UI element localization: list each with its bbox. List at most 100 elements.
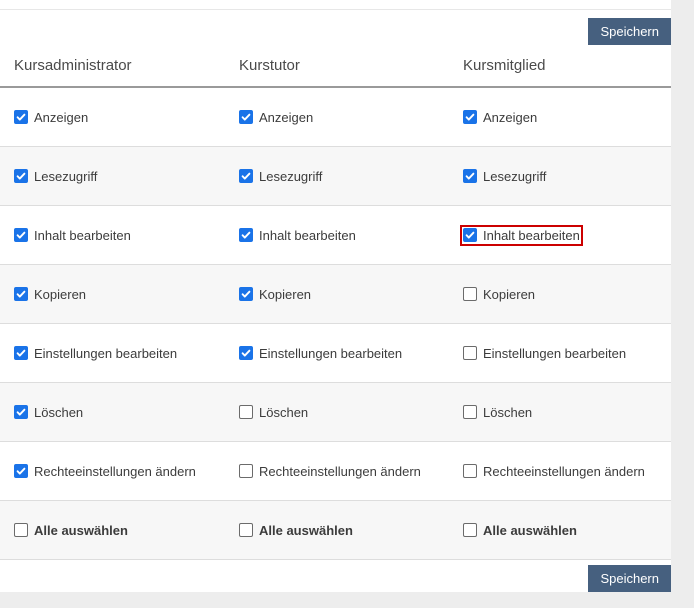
checked-checkbox-kursmitglied[interactable]	[463, 228, 477, 242]
permission-cell-kurstutor: Kopieren	[225, 287, 449, 302]
permission-cell-kursadministrator: Anzeigen	[0, 110, 225, 125]
checkbox-group: Einstellungen bearbeiten	[239, 346, 402, 361]
unchecked-checkbox-kursmitglied[interactable]	[463, 405, 477, 419]
checkbox-group: Anzeigen	[463, 110, 537, 125]
unchecked-checkbox-kursmitglied[interactable]	[463, 523, 477, 537]
permission-cell-kursmitglied: Lesezugriff	[449, 169, 671, 184]
permission-label[interactable]: Anzeigen	[34, 110, 88, 125]
checkbox-group: Rechteeinstellungen ändern	[239, 464, 421, 479]
unchecked-checkbox-kursmitglied[interactable]	[463, 346, 477, 360]
column-header-kursmitglied: Kursmitglied	[449, 57, 671, 74]
permission-cell-kursadministrator: Alle auswählen	[0, 523, 225, 538]
permission-label[interactable]: Einstellungen bearbeiten	[34, 346, 177, 361]
checkbox-group: Einstellungen bearbeiten	[463, 346, 626, 361]
permission-label[interactable]: Rechteeinstellungen ändern	[483, 464, 645, 479]
permission-cell-kursmitglied: Rechteeinstellungen ändern	[449, 464, 671, 479]
permission-label[interactable]: Inhalt bearbeiten	[483, 228, 580, 243]
permission-label[interactable]: Lesezugriff	[259, 169, 322, 184]
permission-cell-kursadministrator: Einstellungen bearbeiten	[0, 346, 225, 361]
permission-cell-kurstutor: Inhalt bearbeiten	[225, 228, 449, 243]
permission-cell-kursadministrator: Inhalt bearbeiten	[0, 228, 225, 243]
save-button-bottom[interactable]: Speichern	[588, 565, 671, 592]
permission-cell-kursmitglied: Inhalt bearbeiten	[449, 228, 671, 243]
permission-cell-kursadministrator: Lesezugriff	[0, 169, 225, 184]
checkbox-group: Einstellungen bearbeiten	[14, 346, 177, 361]
checked-checkbox-kurstutor[interactable]	[239, 346, 253, 360]
checked-checkbox-kurstutor[interactable]	[239, 110, 253, 124]
checkbox-group: Löschen	[239, 405, 308, 420]
unchecked-checkbox-kurstutor[interactable]	[239, 405, 253, 419]
permission-label[interactable]: Alle auswählen	[34, 523, 128, 538]
checked-checkbox-kursadministrator[interactable]	[14, 110, 28, 124]
permission-cell-kurstutor: Löschen	[225, 405, 449, 420]
checkbox-group: Kopieren	[239, 287, 311, 302]
table-row: Anzeigen Anzeigen Anzeigen	[0, 88, 671, 147]
column-header-kurstutor: Kurstutor	[225, 57, 449, 74]
permission-cell-kurstutor: Lesezugriff	[225, 169, 449, 184]
checkbox-group: Lesezugriff	[239, 169, 322, 184]
permission-label[interactable]: Alle auswählen	[259, 523, 353, 538]
permissions-panel: Speichern Kursadministrator Kurstutor Ku…	[0, 0, 671, 592]
checkbox-group: Anzeigen	[239, 110, 313, 125]
permission-cell-kursmitglied: Alle auswählen	[449, 523, 671, 538]
checked-checkbox-kursadministrator[interactable]	[14, 464, 28, 478]
checked-checkbox-kursadministrator[interactable]	[14, 228, 28, 242]
permission-label[interactable]: Löschen	[259, 405, 308, 420]
table-row: Kopieren Kopieren Kopieren	[0, 265, 671, 324]
permission-cell-kursmitglied: Löschen	[449, 405, 671, 420]
permission-cell-kurstutor: Rechteeinstellungen ändern	[225, 464, 449, 479]
unchecked-checkbox-kurstutor[interactable]	[239, 523, 253, 537]
permission-label[interactable]: Löschen	[483, 405, 532, 420]
checkbox-group: Anzeigen	[14, 110, 88, 125]
permission-label[interactable]: Kopieren	[34, 287, 86, 302]
permission-label[interactable]: Einstellungen bearbeiten	[483, 346, 626, 361]
save-button-top[interactable]: Speichern	[588, 18, 671, 45]
permission-cell-kursmitglied: Einstellungen bearbeiten	[449, 346, 671, 361]
annotation-highlight-box: Inhalt bearbeiten	[463, 228, 580, 243]
permission-label[interactable]: Alle auswählen	[483, 523, 577, 538]
checkbox-group: Kopieren	[14, 287, 86, 302]
top-toolbar: Speichern	[0, 10, 671, 45]
checkbox-group: Rechteeinstellungen ändern	[14, 464, 196, 479]
permission-label[interactable]: Anzeigen	[259, 110, 313, 125]
permission-label[interactable]: Lesezugriff	[483, 169, 546, 184]
checkbox-group: Inhalt bearbeiten	[239, 228, 356, 243]
permission-label[interactable]: Kopieren	[483, 287, 535, 302]
checkbox-group: Löschen	[463, 405, 532, 420]
unchecked-checkbox-kursmitglied[interactable]	[463, 287, 477, 301]
permission-label[interactable]: Löschen	[34, 405, 83, 420]
checked-checkbox-kurstutor[interactable]	[239, 287, 253, 301]
permission-label[interactable]: Einstellungen bearbeiten	[259, 346, 402, 361]
checkbox-group: Kopieren	[463, 287, 535, 302]
permission-label[interactable]: Kopieren	[259, 287, 311, 302]
checked-checkbox-kursadministrator[interactable]	[14, 405, 28, 419]
permission-label[interactable]: Lesezugriff	[34, 169, 97, 184]
table-row: Einstellungen bearbeiten Einstellungen be…	[0, 324, 671, 383]
checked-checkbox-kursmitglied[interactable]	[463, 110, 477, 124]
table-row: Lesezugriff Lesezugriff Lesezugriff	[0, 147, 671, 206]
table-row: Alle auswählen Alle auswählen Alle auswähl…	[0, 501, 671, 560]
checked-checkbox-kursmitglied[interactable]	[463, 169, 477, 183]
permission-cell-kursadministrator: Löschen	[0, 405, 225, 420]
checkbox-group: Löschen	[14, 405, 83, 420]
unchecked-checkbox-kurstutor[interactable]	[239, 464, 253, 478]
unchecked-checkbox-kursmitglied[interactable]	[463, 464, 477, 478]
checkbox-group: Alle auswählen	[239, 523, 353, 538]
checkbox-group: Alle auswählen	[463, 523, 577, 538]
permission-label[interactable]: Anzeigen	[483, 110, 537, 125]
permission-cell-kursmitglied: Kopieren	[449, 287, 671, 302]
checkbox-group: Lesezugriff	[463, 169, 546, 184]
checked-checkbox-kursadministrator[interactable]	[14, 287, 28, 301]
permission-label[interactable]: Rechteeinstellungen ändern	[259, 464, 421, 479]
permission-label[interactable]: Inhalt bearbeiten	[259, 228, 356, 243]
unchecked-checkbox-kursadministrator[interactable]	[14, 523, 28, 537]
permissions-rows: AnzeigenAnzeigenAnzeigenLesezugriffLesez…	[0, 88, 671, 560]
checked-checkbox-kursadministrator[interactable]	[14, 346, 28, 360]
checked-checkbox-kursadministrator[interactable]	[14, 169, 28, 183]
checked-checkbox-kurstutor[interactable]	[239, 228, 253, 242]
permission-label[interactable]: Inhalt bearbeiten	[34, 228, 131, 243]
checkbox-group: Inhalt bearbeiten	[14, 228, 131, 243]
checked-checkbox-kurstutor[interactable]	[239, 169, 253, 183]
permission-label[interactable]: Rechteeinstellungen ändern	[34, 464, 196, 479]
table-row: Löschen Löschen Löschen	[0, 383, 671, 442]
